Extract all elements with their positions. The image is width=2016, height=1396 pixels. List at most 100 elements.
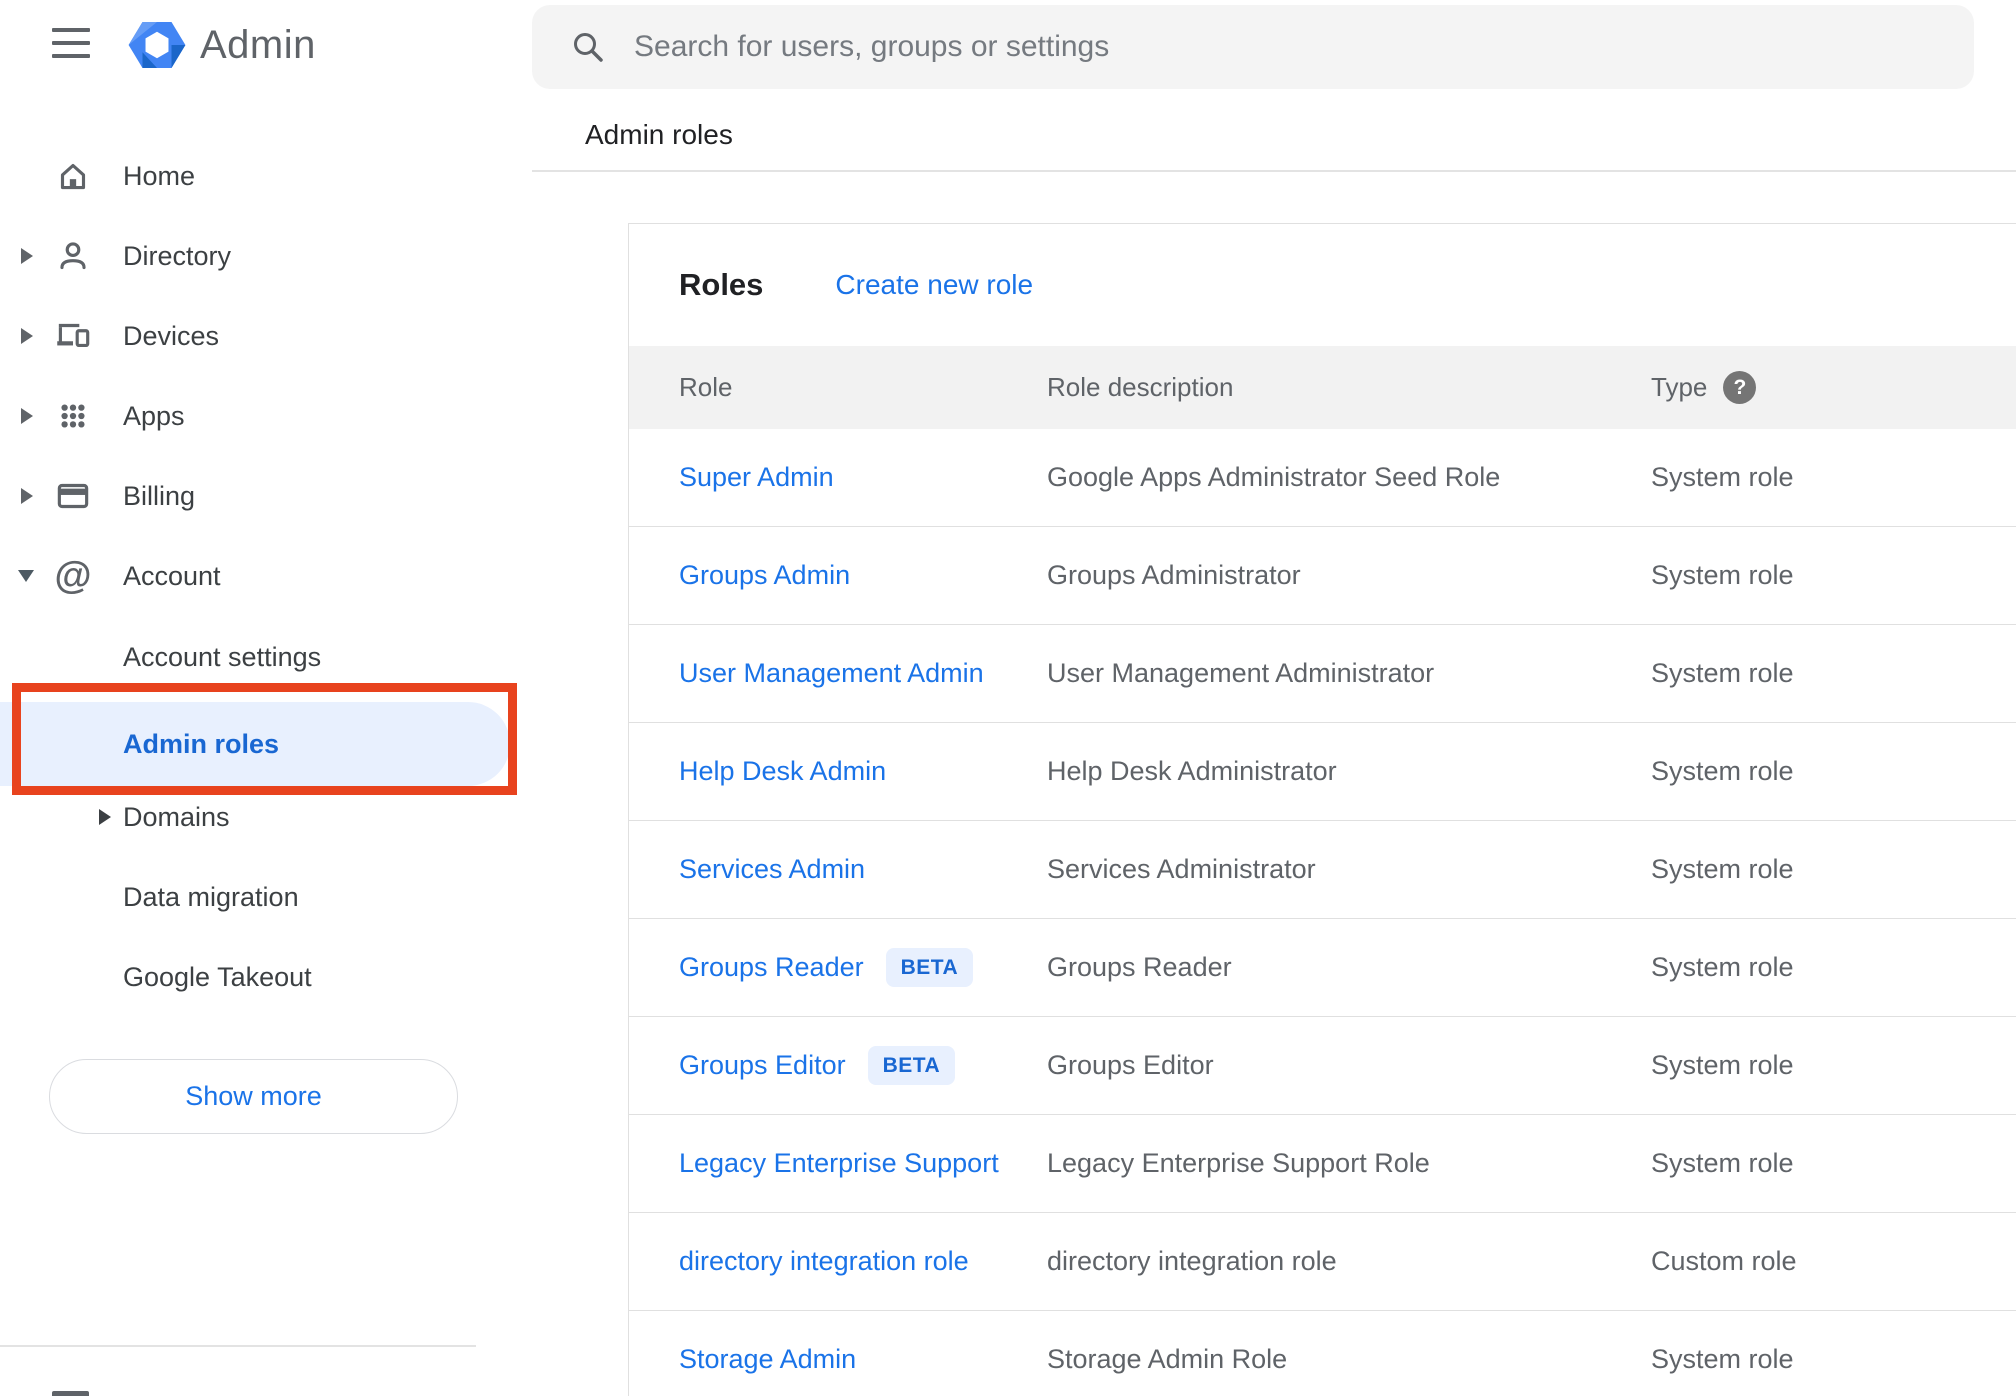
role-link[interactable]: Services Admin: [679, 854, 865, 885]
column-header-description: Role description: [1047, 372, 1234, 402]
breadcrumb: Admin roles: [585, 119, 733, 150]
column-header-type-label: Type: [1651, 372, 1708, 402]
role-type: System role: [1651, 462, 1794, 492]
role-description: Help Desk Administrator: [1047, 756, 1337, 786]
show-more-button[interactable]: Show more: [49, 1059, 458, 1134]
admin-logo: Admin: [128, 16, 316, 74]
table-row: Storage Admin Storage Admin Role System …: [629, 1311, 2016, 1396]
role-type: System role: [1651, 560, 1794, 590]
sidebar-item-label: Billing: [123, 480, 196, 511]
role-description: Storage Admin Role: [1047, 1344, 1288, 1374]
role-type: Custom role: [1651, 1246, 1797, 1276]
table-row: Groups Editor BETA Groups Editor System …: [629, 1017, 2016, 1115]
search-input[interactable]: [634, 30, 1974, 64]
column-header-role: Role: [679, 372, 733, 402]
sidebar-item-domains[interactable]: Domains: [0, 777, 531, 857]
sidebar-item-devices[interactable]: Devices: [0, 296, 531, 376]
role-description: Legacy Enterprise Support Role: [1047, 1148, 1430, 1178]
role-type: System role: [1651, 1344, 1794, 1374]
sidebar-item-label: Apps: [123, 400, 185, 431]
table-header-row: Role Role description Type ?: [629, 346, 2016, 429]
header-divider: [532, 170, 2016, 172]
table-row: Help Desk Admin Help Desk Administrator …: [629, 723, 2016, 821]
role-type: System role: [1651, 952, 1794, 982]
table-row: Groups Admin Groups Administrator System…: [629, 527, 2016, 625]
beta-badge: BETA: [885, 948, 974, 987]
sidebar-subitem-label: Domains: [123, 801, 230, 832]
admin-hexagon-icon: [128, 22, 186, 68]
beta-badge: BETA: [867, 1046, 956, 1085]
brand-bar: Admin: [0, 0, 531, 92]
role-type: System role: [1651, 756, 1794, 786]
sidebar-item-account-settings[interactable]: Account settings: [0, 617, 531, 697]
sidebar-item-label: Account: [123, 560, 221, 591]
role-type: System role: [1651, 658, 1794, 688]
devices-icon: [52, 315, 94, 357]
sidebar-item-directory[interactable]: Directory: [0, 216, 531, 296]
create-new-role-link[interactable]: Create new role: [835, 269, 1033, 301]
chevron-right-icon[interactable]: [21, 408, 33, 424]
table-row: Services Admin Services Administrator Sy…: [629, 821, 2016, 919]
role-link[interactable]: directory integration role: [679, 1246, 969, 1277]
sidebar: Admin Home Directory Devices Apps Billin…: [0, 0, 531, 1396]
table-row: User Management Admin User Management Ad…: [629, 625, 2016, 723]
chevron-right-icon[interactable]: [21, 248, 33, 264]
sidebar-item-label: Home: [123, 160, 196, 191]
sidebar-item-billing[interactable]: Billing: [0, 456, 531, 536]
hamburger-menu-icon[interactable]: [52, 28, 90, 58]
role-description: Services Administrator: [1047, 854, 1316, 884]
role-link[interactable]: Help Desk Admin: [679, 756, 886, 787]
chevron-right-icon[interactable]: [21, 488, 33, 504]
table-row: Super Admin Google Apps Administrator Se…: [629, 429, 2016, 527]
sidebar-item-apps[interactable]: Apps: [0, 376, 531, 456]
sidebar-item-label: Devices: [123, 320, 220, 351]
help-icon[interactable]: ?: [1723, 371, 1757, 404]
search-icon: [568, 27, 608, 67]
role-link[interactable]: Storage Admin: [679, 1344, 856, 1375]
chevron-down-icon[interactable]: [18, 570, 34, 582]
search-bar[interactable]: [532, 5, 1974, 89]
chevron-right-icon[interactable]: [99, 809, 111, 825]
home-icon: [52, 155, 94, 197]
admin-console-page: Admin Home Directory Devices Apps Billin…: [0, 0, 2016, 1396]
clipped-sidebar-icon: [52, 1391, 89, 1396]
sidebar-item-label: Directory: [123, 240, 232, 271]
role-description: Google Apps Administrator Seed Role: [1047, 462, 1501, 492]
role-link[interactable]: Legacy Enterprise Support: [679, 1148, 999, 1179]
role-type: System role: [1651, 854, 1794, 884]
main-content: Admin roles Roles Create new role Role R…: [531, 0, 2016, 1396]
roles-card-header: Roles Create new role: [629, 224, 2016, 346]
column-header-type: Type ?: [1651, 371, 2016, 404]
role-link[interactable]: Groups Reader: [679, 952, 864, 983]
sidebar-item-account[interactable]: @ Account: [0, 536, 531, 616]
apps-grid-icon: [52, 395, 94, 437]
sidebar-item-home[interactable]: Home: [0, 136, 531, 216]
role-description: directory integration role: [1047, 1246, 1337, 1276]
role-link[interactable]: Groups Admin: [679, 560, 850, 591]
role-link[interactable]: Groups Editor: [679, 1050, 846, 1081]
role-type: System role: [1651, 1050, 1794, 1080]
role-description: Groups Administrator: [1047, 560, 1301, 590]
credit-card-icon: [52, 475, 94, 517]
sidebar-item-google-takeout[interactable]: Google Takeout: [0, 937, 531, 1017]
table-row: directory integration role directory int…: [629, 1213, 2016, 1311]
table-row: Groups Reader BETA Groups Reader System …: [629, 919, 2016, 1017]
role-link[interactable]: Super Admin: [679, 462, 834, 493]
logo-text: Admin: [200, 22, 316, 67]
sidebar-subitem-label: Admin roles: [123, 728, 280, 759]
person-icon: [52, 235, 94, 277]
sidebar-subitem-label: Data migration: [123, 881, 299, 912]
role-link[interactable]: User Management Admin: [679, 658, 984, 689]
role-description: User Management Administrator: [1047, 658, 1435, 688]
role-type: System role: [1651, 1148, 1794, 1178]
chevron-right-icon[interactable]: [21, 328, 33, 344]
sidebar-divider: [0, 1345, 476, 1347]
table-row: Legacy Enterprise Support Legacy Enterpr…: [629, 1115, 2016, 1213]
sidebar-subitem-label: Account settings: [123, 641, 322, 672]
role-description: Groups Editor: [1047, 1050, 1214, 1080]
sidebar-item-admin-roles[interactable]: Admin roles: [0, 702, 510, 786]
sidebar-subitem-label: Google Takeout: [123, 961, 312, 992]
at-sign-icon: @: [54, 554, 92, 597]
sidebar-item-data-migration[interactable]: Data migration: [0, 857, 531, 937]
card-title: Roles: [679, 267, 764, 302]
